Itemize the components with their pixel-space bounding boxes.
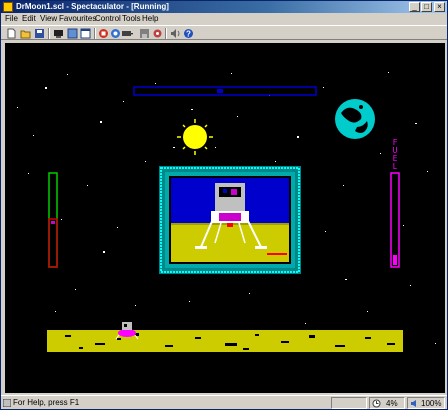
clock-icon <box>372 399 381 408</box>
menu-file[interactable]: File <box>5 13 18 25</box>
minimize-button[interactable]: _ <box>409 2 420 12</box>
top-progress-bar <box>133 86 317 96</box>
disk-icon[interactable] <box>139 28 150 39</box>
menu-bar: File Edit View Favourites Control Tools … <box>1 13 447 25</box>
window-title: DrMoon1.scl - Spectaculator - [Running] <box>16 2 169 11</box>
tape-icon[interactable] <box>122 28 133 39</box>
menu-favourites[interactable]: Favourites <box>59 13 96 25</box>
app-icon[interactable] <box>3 2 13 12</box>
application-window: DrMoon1.scl - Spectaculator - [Running] … <box>0 0 448 410</box>
game-scene: F U E L <box>17 72 436 352</box>
stop-icon[interactable] <box>98 28 109 39</box>
new-icon[interactable] <box>6 28 17 39</box>
window-icon[interactable] <box>80 28 91 39</box>
display-icon[interactable] <box>53 28 64 39</box>
left-gauge <box>48 172 58 268</box>
earth <box>335 99 375 139</box>
toolbar: ? <box>1 25 447 40</box>
status-message: For Help, press F1 <box>13 398 80 407</box>
menu-view[interactable]: View <box>40 13 57 25</box>
status-panel-speed: 4% <box>369 397 405 409</box>
speaker-icon[interactable] <box>410 399 419 408</box>
menu-control[interactable]: Control <box>95 13 121 25</box>
help-icon[interactable]: ? <box>183 28 194 39</box>
sun <box>177 119 213 155</box>
title-bar[interactable]: DrMoon1.scl - Spectaculator - [Running] … <box>1 1 447 13</box>
lander-picture-frame <box>159 166 301 274</box>
emulator-screen[interactable]: F U E L <box>5 43 445 393</box>
moon-surface <box>47 330 403 352</box>
menu-tools[interactable]: Tools <box>122 13 141 25</box>
sound-icon[interactable] <box>170 28 181 39</box>
open-folder-icon[interactable] <box>20 28 31 39</box>
status-panel-empty <box>331 397 367 409</box>
status-bar: For Help, press F1 4% 100% <box>1 395 447 409</box>
menu-edit[interactable]: Edit <box>22 13 36 25</box>
fuel-gauge: F U E L <box>390 138 400 268</box>
fullscreen-icon[interactable] <box>67 28 78 39</box>
toolbar-separator <box>48 28 50 39</box>
menu-help[interactable]: Help <box>142 13 158 25</box>
close-button[interactable]: × <box>434 2 445 12</box>
settings-icon[interactable] <box>152 28 163 39</box>
save-icon[interactable] <box>34 28 45 39</box>
help-status-icon <box>3 399 11 407</box>
record-icon[interactable] <box>110 28 121 39</box>
speed-value: 4% <box>386 399 398 408</box>
toolbar-separator <box>94 28 96 39</box>
status-panel-volume[interactable]: 100% <box>407 397 445 409</box>
fuel-letter-l: L <box>393 162 398 171</box>
svg-text:?: ? <box>186 30 191 39</box>
toolbar-separator <box>165 28 167 39</box>
volume-value: 100% <box>421 399 442 408</box>
maximize-button[interactable]: □ <box>421 2 432 12</box>
